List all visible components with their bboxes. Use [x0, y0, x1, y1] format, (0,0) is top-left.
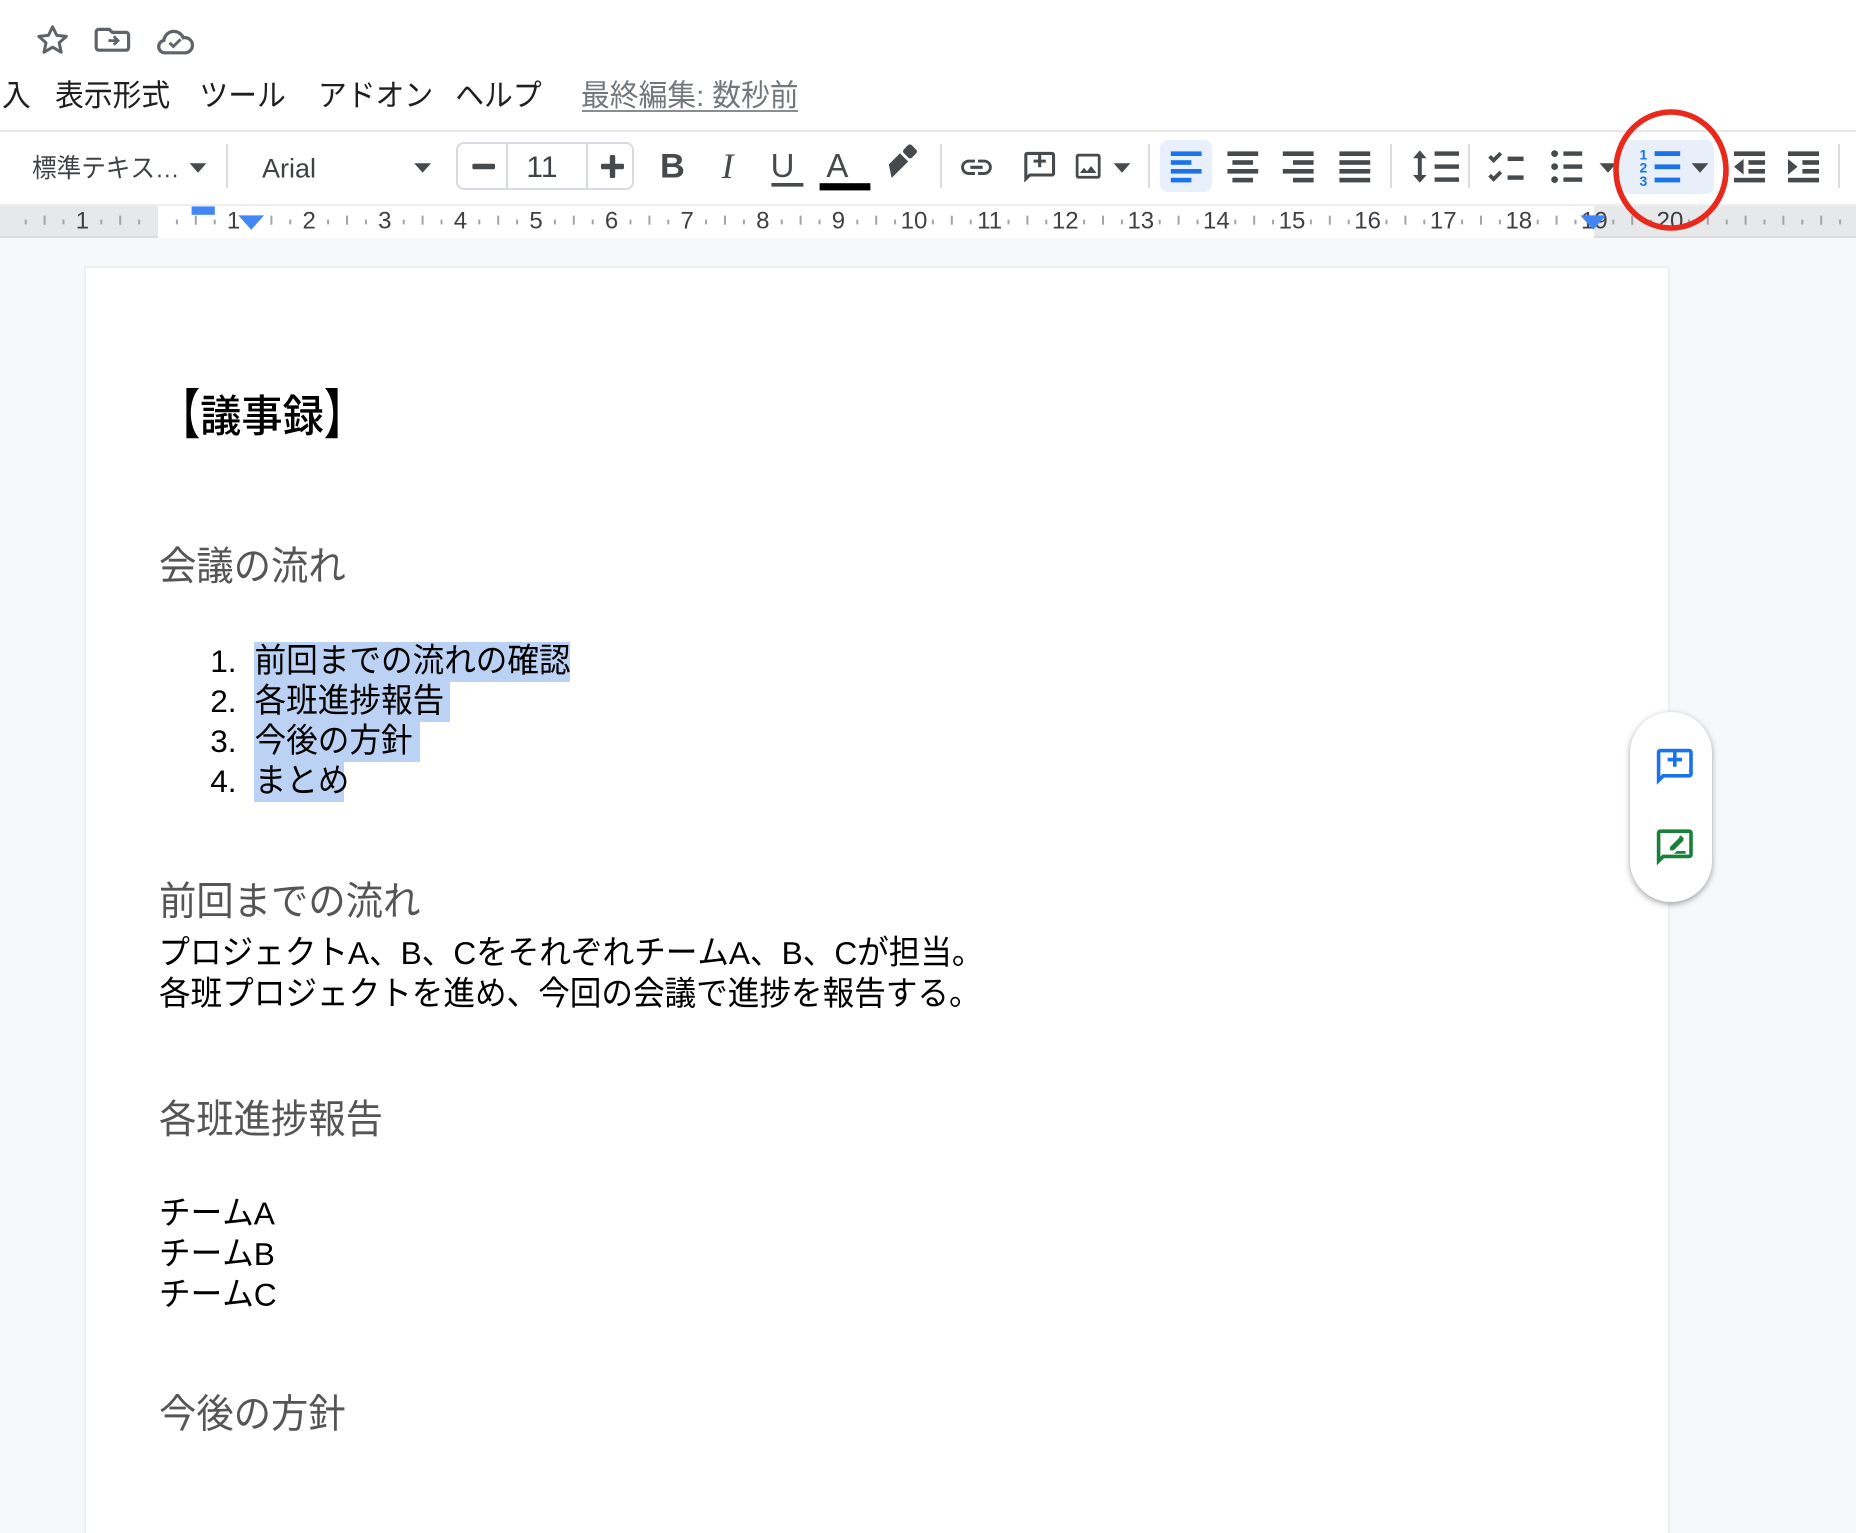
svg-text:17: 17 — [1430, 208, 1457, 235]
svg-text:1: 1 — [76, 208, 89, 235]
svg-text:18: 18 — [1505, 208, 1532, 235]
svg-text:11: 11 — [977, 208, 1002, 235]
svg-text:3: 3 — [378, 208, 391, 235]
svg-text:10: 10 — [901, 208, 928, 235]
svg-text:B: B — [660, 148, 685, 186]
svg-text:15: 15 — [1279, 208, 1306, 235]
svg-text:14: 14 — [1203, 208, 1230, 235]
svg-text:8: 8 — [756, 208, 769, 235]
svg-text:9: 9 — [832, 208, 845, 235]
svg-text:4.: 4. — [210, 763, 236, 799]
svg-text:12: 12 — [1052, 208, 1079, 235]
svg-text:U: U — [771, 147, 795, 184]
svg-text:I: I — [721, 146, 736, 186]
svg-text:1: 1 — [227, 208, 240, 235]
svg-text:3.: 3. — [210, 723, 236, 759]
svg-text:3: 3 — [1640, 173, 1648, 189]
svg-text:7: 7 — [681, 208, 694, 235]
svg-text:4: 4 — [454, 208, 467, 235]
svg-text:11: 11 — [526, 151, 557, 184]
svg-text:2: 2 — [303, 208, 316, 235]
svg-text:Arial: Arial — [262, 154, 316, 184]
svg-text:2.: 2. — [210, 683, 236, 719]
svg-text:6: 6 — [605, 208, 618, 235]
svg-text:A: A — [826, 147, 848, 184]
svg-text:5: 5 — [529, 208, 542, 235]
svg-text:16: 16 — [1354, 208, 1381, 235]
svg-text:1.: 1. — [210, 643, 236, 679]
svg-text:13: 13 — [1127, 208, 1154, 235]
